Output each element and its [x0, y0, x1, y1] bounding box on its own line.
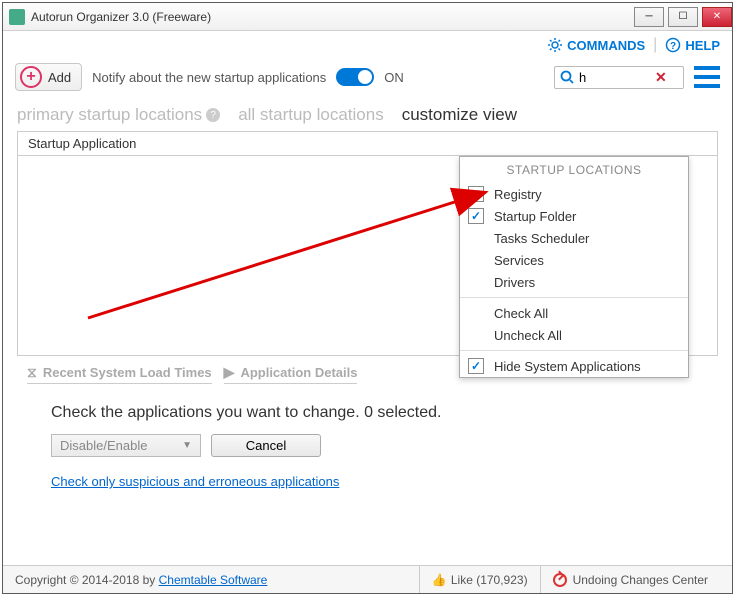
- window-title: Autorun Organizer 3.0 (Freeware): [31, 10, 630, 24]
- tab-primary-locations[interactable]: primary startup locations ?: [17, 105, 220, 125]
- dropdown-item-registry[interactable]: ✓ Registry: [460, 183, 688, 205]
- notify-toggle[interactable]: [336, 68, 374, 86]
- play-icon: ▶: [224, 364, 235, 381]
- checkbox-icon: [468, 252, 484, 268]
- toggle-state-label: ON: [384, 70, 404, 85]
- undo-icon: [553, 573, 567, 587]
- table-header[interactable]: Startup Application: [17, 131, 718, 156]
- dropdown-check-all[interactable]: Check All: [460, 302, 688, 324]
- gear-icon: [547, 37, 563, 53]
- search-input[interactable]: [575, 70, 655, 85]
- dropdown-hide-system[interactable]: ✓ Hide System Applications: [460, 355, 688, 377]
- add-button[interactable]: + Add: [15, 63, 82, 91]
- undoing-changes-center[interactable]: Undoing Changes Center: [540, 566, 720, 593]
- checkbox-icon: [468, 230, 484, 246]
- clear-search-icon[interactable]: ✕: [655, 69, 667, 86]
- hourglass-icon: ⧖: [27, 364, 37, 381]
- plus-icon: +: [20, 66, 42, 88]
- commands-link[interactable]: COMMANDS: [547, 37, 645, 53]
- like-button[interactable]: 👍 Like (170,923): [419, 566, 540, 593]
- notify-label: Notify about the new startup application…: [92, 70, 326, 85]
- minimize-button[interactable]: ─: [634, 7, 664, 27]
- top-links-row: COMMANDS | ? HELP: [3, 31, 732, 59]
- thumbs-up-icon: 👍: [432, 573, 447, 587]
- main-tabs: primary startup locations ? all startup …: [3, 95, 732, 125]
- dropdown-item-tasks-scheduler[interactable]: Tasks Scheduler: [460, 227, 688, 249]
- chevron-down-icon: ▼: [182, 440, 192, 451]
- tab-recent-load-times[interactable]: ⧖ Recent System Load Times: [27, 364, 212, 384]
- vendor-link[interactable]: Chemtable Software: [159, 573, 268, 587]
- copyright-text: Copyright © 2014-2018 by Chemtable Softw…: [15, 573, 419, 587]
- tab-customize-view[interactable]: customize view: [402, 105, 517, 125]
- selection-summary: Check the applications you want to chang…: [3, 392, 732, 430]
- tab-all-locations[interactable]: all startup locations: [238, 105, 384, 125]
- dropdown-uncheck-all[interactable]: Uncheck All: [460, 324, 688, 346]
- tab-application-details[interactable]: ▶ Application Details: [224, 364, 358, 384]
- checkbox-icon: ✓: [468, 358, 484, 374]
- svg-text:?: ?: [670, 41, 676, 52]
- separator: |: [653, 36, 657, 54]
- help-badge-icon[interactable]: ?: [206, 108, 220, 122]
- checkbox-icon: ✓: [468, 208, 484, 224]
- dropdown-header: STARTUP LOCATIONS: [460, 157, 688, 183]
- dropdown-item-services[interactable]: Services: [460, 249, 688, 271]
- cancel-button[interactable]: Cancel: [211, 434, 321, 457]
- help-link[interactable]: ? HELP: [665, 37, 720, 53]
- disable-enable-dropdown[interactable]: Disable/Enable ▼: [51, 434, 201, 457]
- dropdown-item-startup-folder[interactable]: ✓ Startup Folder: [460, 205, 688, 227]
- dropdown-item-drivers[interactable]: Drivers: [460, 271, 688, 293]
- search-box[interactable]: ✕: [554, 66, 684, 89]
- app-window: Autorun Organizer 3.0 (Freeware) ─ ☐ ✕ C…: [2, 2, 733, 594]
- title-bar: Autorun Organizer 3.0 (Freeware) ─ ☐ ✕: [3, 3, 732, 31]
- action-row: Disable/Enable ▼ Cancel: [3, 430, 732, 461]
- search-icon: [559, 69, 575, 85]
- table-body: STARTUP LOCATIONS ✓ Registry ✓ Startup F…: [17, 156, 718, 356]
- help-icon: ?: [665, 37, 681, 53]
- maximize-button[interactable]: ☐: [668, 7, 698, 27]
- app-icon: [9, 9, 25, 25]
- customize-view-dropdown: STARTUP LOCATIONS ✓ Registry ✓ Startup F…: [459, 156, 689, 378]
- close-button[interactable]: ✕: [702, 7, 732, 27]
- checkbox-icon: [468, 274, 484, 290]
- check-suspicious-link[interactable]: Check only suspicious and erroneous appl…: [51, 474, 339, 489]
- status-bar: Copyright © 2014-2018 by Chemtable Softw…: [3, 565, 732, 593]
- toolbar: + Add Notify about the new startup appli…: [3, 59, 732, 95]
- menu-button[interactable]: [694, 66, 720, 88]
- checkbox-icon: ✓: [468, 186, 484, 202]
